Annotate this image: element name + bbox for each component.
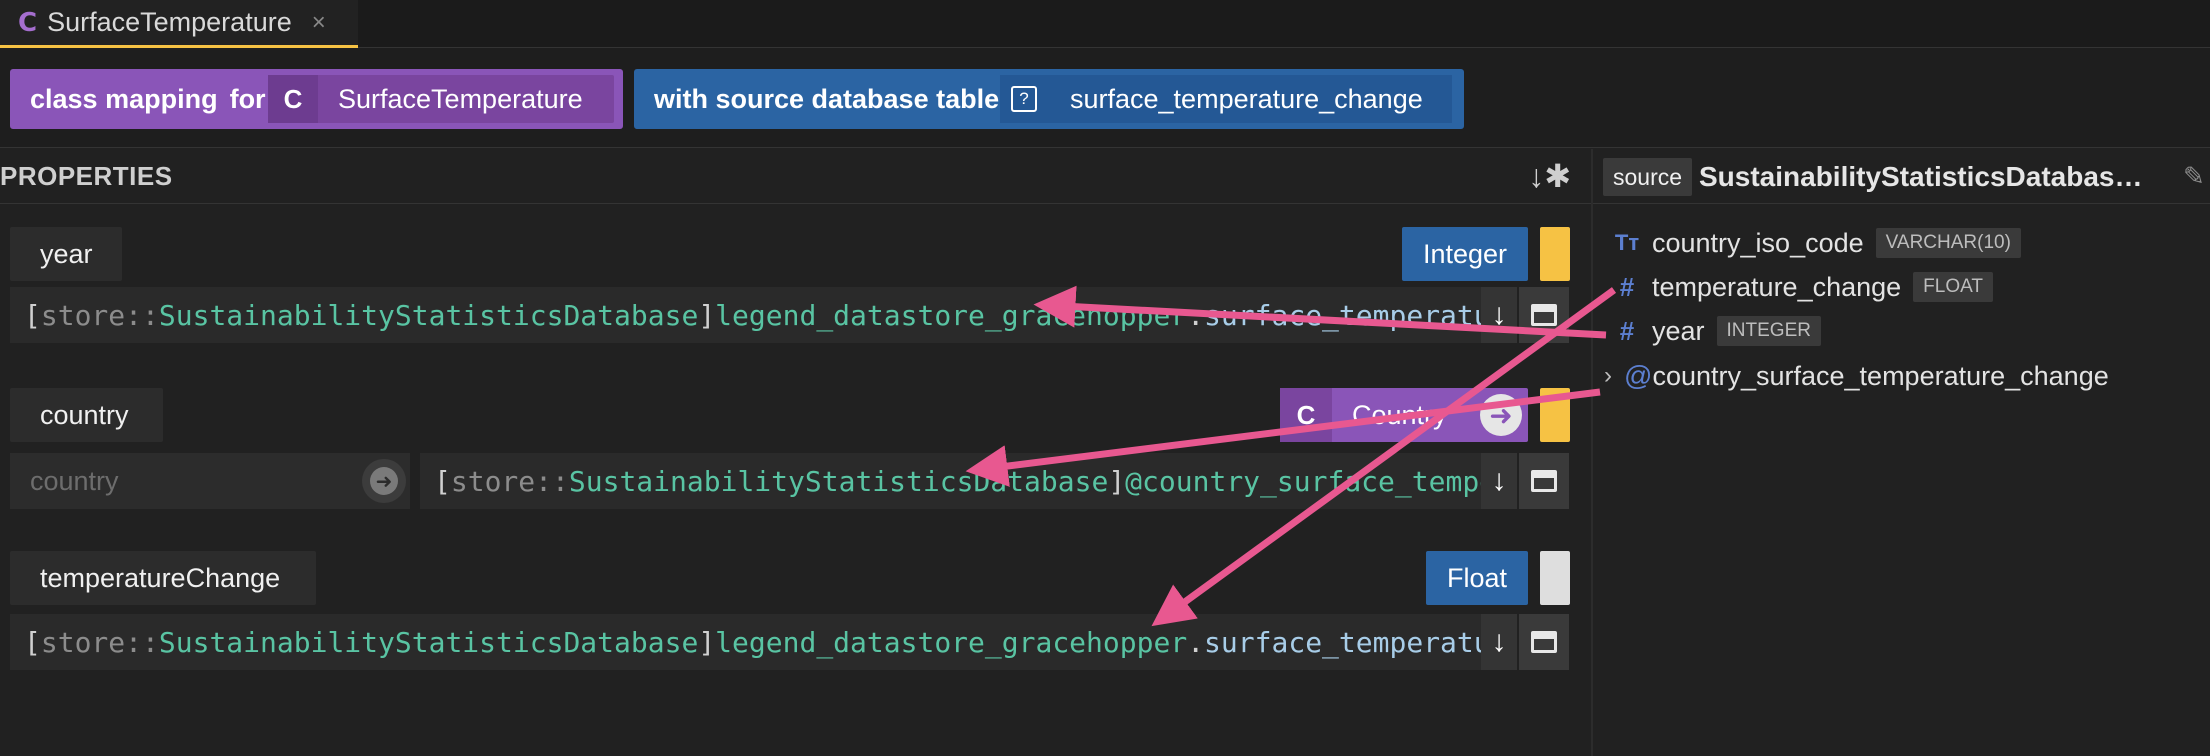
class-mapping-label: class mapping — [30, 83, 218, 114]
class-icon: C — [268, 75, 318, 123]
input-placeholder: country — [30, 465, 119, 496]
source-table[interactable]: ? surface_temperature_change — [1000, 75, 1452, 123]
tab-title: SurfaceTemperature — [47, 7, 292, 37]
source-tag: source — [1603, 158, 1693, 196]
column-type: VARCHAR(10) — [1875, 228, 2021, 258]
arrow-down-icon[interactable]: ↓ — [1481, 287, 1517, 343]
column-name: year — [1652, 315, 1705, 346]
column-type: INTEGER — [1716, 316, 1821, 346]
source-table-badge: with source database table ? surface_tem… — [634, 69, 1464, 129]
chevron-right-icon[interactable]: › — [1604, 362, 1624, 390]
class-icon: C — [18, 7, 38, 38]
number-type-icon: # — [1619, 315, 1635, 346]
source-column-temperature-change[interactable]: # temperature_change FLOAT — [1612, 267, 1993, 307]
source-label: with source database table — [654, 83, 1000, 114]
mapping-expression-year[interactable]: [store:: SustainabilityStatisticsDatabase… — [10, 287, 1481, 343]
expand-editor-icon[interactable] — [1519, 614, 1569, 670]
source-join-country-surface-temperature-change[interactable]: › @ country_surface_temperature_change — [1604, 356, 2109, 396]
for-label: for — [229, 83, 266, 114]
mapping-header: class mapping for C SurfaceTemperature w… — [0, 48, 2210, 148]
source-column-country-iso-code[interactable]: Tт country_iso_code VARCHAR(10) — [1612, 223, 2021, 263]
type-badge-integer[interactable]: Integer — [1402, 227, 1528, 281]
column-name: country_iso_code — [1652, 227, 1864, 258]
properties-header: PROPERTIES ↓✱ — [0, 149, 1591, 204]
column-type: FLOAT — [1913, 272, 1993, 302]
mapped-class[interactable]: C SurfaceTemperature — [268, 75, 614, 123]
join-name: country_surface_temperature_change — [1652, 360, 2109, 391]
tab-surface-temperature[interactable]: C SurfaceTemperature × — [0, 0, 358, 48]
properties-title: PROPERTIES — [0, 160, 173, 191]
panel-divider[interactable] — [1591, 149, 1593, 756]
sort-icon[interactable]: ↓✱ — [1528, 157, 1571, 195]
source-column-year[interactable]: # year INTEGER — [1612, 311, 1821, 351]
expand-editor-icon[interactable] — [1519, 287, 1569, 343]
number-type-icon: # — [1619, 271, 1635, 302]
column-name: temperature_change — [1652, 271, 1902, 302]
source-database-name: SustainabilityStatisticsDatabase.le... — [1699, 161, 2155, 192]
table-unknown-icon: ? — [1000, 75, 1048, 123]
class-icon: C — [1280, 388, 1332, 442]
expand-editor-icon[interactable] — [1519, 453, 1569, 509]
tab-bar: C SurfaceTemperature × — [0, 0, 2210, 48]
edit-icon[interactable]: ✎ — [2183, 161, 2205, 192]
navigate-arrow-icon[interactable]: ➜ — [1480, 394, 1522, 436]
multiplicity-indicator — [1540, 388, 1570, 442]
source-panel-header: source SustainabilityStatisticsDatabase.… — [1593, 149, 2210, 204]
close-icon[interactable]: × — [312, 9, 326, 37]
mapping-expression-temperature-change[interactable]: [store:: SustainabilityStatisticsDatabase… — [10, 614, 1481, 670]
multiplicity-indicator — [1540, 227, 1570, 281]
type-badge-float[interactable]: Float — [1426, 551, 1528, 605]
property-label-year: year — [10, 227, 122, 281]
mapping-expression-country[interactable]: [store:: SustainabilityStatisticsDatabase… — [420, 453, 1481, 509]
navigate-arrow-icon[interactable]: ➜ — [362, 459, 406, 503]
arrow-down-icon[interactable]: ↓ — [1481, 453, 1517, 509]
multiplicity-indicator — [1540, 551, 1570, 605]
text-type-icon: Tт — [1614, 230, 1640, 255]
mapped-class-name: SurfaceTemperature — [338, 83, 583, 114]
property-label-country: country — [10, 388, 163, 442]
class-mapping-badge: class mapping for C SurfaceTemperature — [10, 69, 623, 129]
source-table-name: surface_temperature_change — [1070, 83, 1423, 114]
property-label-temperature-change: temperatureChange — [10, 551, 316, 605]
type-name: Country — [1352, 399, 1447, 430]
join-icon: @ — [1624, 360, 1653, 391]
class-mapping-id-input[interactable]: country ➜ — [10, 453, 410, 509]
arrow-down-icon[interactable]: ↓ — [1481, 614, 1517, 670]
type-badge-country[interactable]: C Country ➜ — [1280, 388, 1528, 442]
